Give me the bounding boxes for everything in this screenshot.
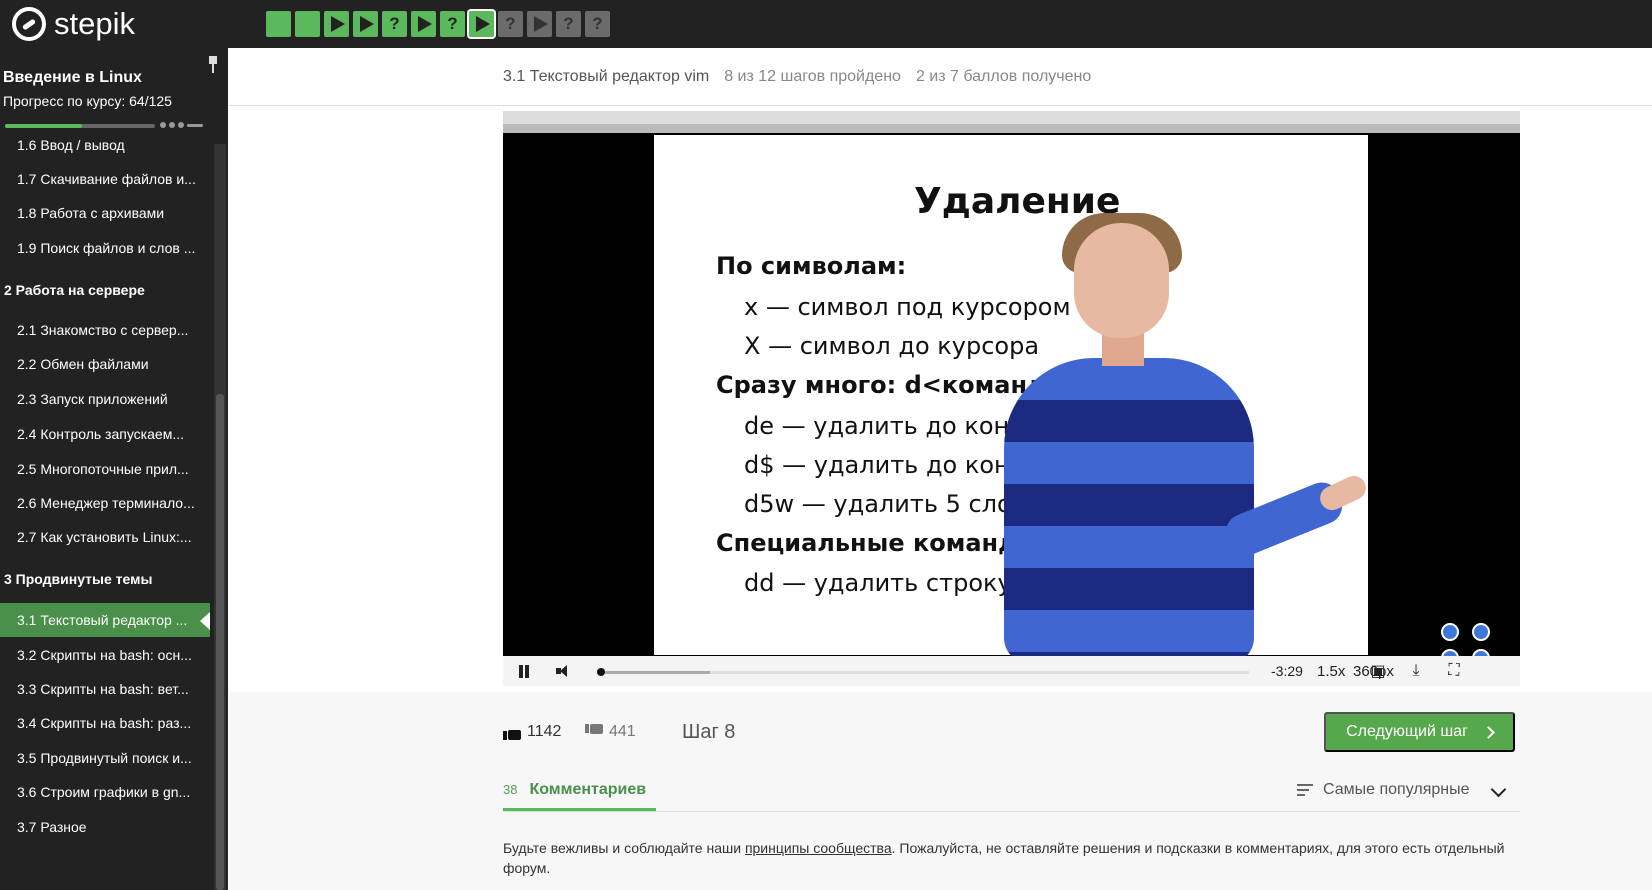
sort-icon xyxy=(1297,784,1313,796)
sidebar-lesson-item[interactable]: 1.9 Поиск файлов и слов ... xyxy=(0,231,210,265)
sidebar-lesson-item[interactable]: 3.7 Разное xyxy=(0,810,210,844)
community-rules-link[interactable]: принципы сообщества xyxy=(745,840,892,856)
comments-sort-select[interactable]: Самые популярные xyxy=(1297,781,1469,799)
vim-slide: Удаление По символам: x — символ под кур… xyxy=(654,135,1370,663)
presenter-image xyxy=(984,213,1370,663)
presenter-sweater xyxy=(1004,358,1254,663)
sidebar-section-title[interactable]: 2 Работа на сервере xyxy=(0,273,210,307)
video-time-remaining: -3:29 xyxy=(1271,663,1303,679)
step-7-tab[interactable]: ? xyxy=(440,11,465,37)
play-icon xyxy=(331,16,345,32)
sidebar-lesson-item[interactable]: 2.6 Менеджер терминало... xyxy=(0,486,210,520)
sidebar-lesson-item[interactable]: 1.8 Работа с архивами xyxy=(0,196,210,230)
brand-name: stepik xyxy=(54,6,135,41)
sidebar-lesson-item[interactable]: 2.3 Запуск приложений xyxy=(0,382,210,416)
step-10-tab[interactable] xyxy=(527,11,552,37)
sidebar-lesson-item[interactable]: 3.4 Скрипты на bash: раз... xyxy=(0,706,210,740)
likes-count: 1142 xyxy=(527,723,562,740)
play-icon xyxy=(418,16,432,32)
play-icon xyxy=(534,16,548,32)
virtualbox-menu-bar xyxy=(503,111,1520,124)
community-rules-notice: Будьте вежливы и соблюдайте наши принцип… xyxy=(503,838,1513,878)
step-6-tab[interactable] xyxy=(411,11,436,37)
sidebar-lesson-item[interactable]: 3.5 Продвинутый поиск и... xyxy=(0,741,210,775)
video-player[interactable]: Удаление По символам: x — символ под кур… xyxy=(503,111,1520,686)
video-played-progress xyxy=(599,671,710,674)
video-timeline[interactable] xyxy=(597,668,1249,676)
step-12-tab[interactable]: ? xyxy=(585,11,610,37)
picture-in-picture-icon[interactable]: ▣ xyxy=(1369,662,1387,680)
points-progress: 2 из 7 баллов получено xyxy=(915,68,1092,85)
step-9-tab[interactable]: ? xyxy=(498,11,523,37)
step-1-tab[interactable] xyxy=(266,11,291,37)
sort-label: Самые популярные xyxy=(1323,781,1470,798)
fullscreen-icon[interactable]: ⛶ xyxy=(1445,662,1463,680)
lesson-header: 3.1 Текстовый редактор vim 8 из 12 шагов… xyxy=(503,68,1091,86)
sidebar-lesson-item[interactable]: 3.3 Скрипты на bash: вет... xyxy=(0,672,210,706)
sidebar-lesson-item[interactable]: 2.5 Многопоточные прил... xyxy=(0,452,210,486)
thumbs-down-icon xyxy=(585,723,603,741)
timeline-knob[interactable] xyxy=(597,668,605,676)
sidebar-lesson-item[interactable]: 2.4 Контроль запускаем... xyxy=(0,417,210,451)
pause-icon[interactable] xyxy=(518,665,530,678)
step-5-tab[interactable]: ? xyxy=(382,11,407,37)
comments-count: 38 xyxy=(503,782,518,797)
sidebar-lesson-item[interactable]: 2.2 Обмен файлами xyxy=(0,347,210,381)
sidebar-lesson-item[interactable]: 3.2 Скрипты на bash: осн... xyxy=(0,638,210,672)
play-icon xyxy=(476,16,490,32)
step-11-tab[interactable]: ? xyxy=(556,11,581,37)
step-3-tab[interactable] xyxy=(324,11,349,37)
sidebar-lesson-item[interactable]: 3.1 Текстовый редактор ... xyxy=(0,603,210,637)
slide-line-1: По символам: xyxy=(716,252,907,280)
lesson-title: 3.1 Текстовый редактор vim xyxy=(503,68,710,85)
step-navigation: ????? xyxy=(266,11,610,37)
course-title[interactable]: Введение в Linux xyxy=(3,69,142,87)
dislikes-count: 441 xyxy=(609,723,636,740)
community-rules-prefix: Будьте вежливы и соблюдайте наши xyxy=(503,840,745,856)
sidebar-section-title[interactable]: 3 Продвинутые темы xyxy=(0,562,210,596)
comments-label: Комментариев xyxy=(529,781,647,798)
sidebar-lesson-item[interactable]: 2.1 Знакомство с сервер... xyxy=(0,313,210,347)
sidebar-lesson-item[interactable]: 1.7 Скачивание файлов и... xyxy=(0,162,210,196)
steps-progress: 8 из 12 шагов пройдено xyxy=(724,68,901,85)
play-icon xyxy=(360,16,374,32)
active-lesson-indicator-icon xyxy=(200,612,210,630)
sidebar-scrollbar[interactable] xyxy=(214,144,226,890)
pin-icon[interactable] xyxy=(207,56,219,74)
step-8-tab[interactable] xyxy=(469,11,494,37)
course-sidebar: Введение в Linux Прогресс по курсу: 64/1… xyxy=(0,48,228,890)
comments-tab[interactable]: 38 Комментариев xyxy=(503,781,646,799)
presenter-face xyxy=(1074,223,1169,338)
sidebar-lesson-item[interactable]: 2.7 Как установить Linux:... xyxy=(0,520,210,554)
volume-icon[interactable] xyxy=(556,665,568,677)
video-controls: -3:29 1.5x 360px ▣ ⤓ ⛶ xyxy=(503,656,1520,686)
download-icon[interactable]: ⤓ xyxy=(1407,662,1425,680)
comments-divider xyxy=(503,811,1520,812)
stepik-logo-icon xyxy=(12,7,46,41)
chevron-right-icon xyxy=(1482,725,1495,739)
dislike-button[interactable]: 441 xyxy=(585,723,636,741)
next-step-label: Следующий шаг xyxy=(1346,723,1468,740)
course-progress-label: Прогресс по курсу: 64/125 xyxy=(3,93,172,109)
like-button[interactable]: 1142 xyxy=(503,723,561,741)
step-2-tab[interactable] xyxy=(295,11,320,37)
playback-rate[interactable]: 1.5x xyxy=(1317,663,1345,680)
stepik-logo[interactable]: stepik xyxy=(12,6,135,42)
thumbs-up-icon xyxy=(503,723,521,741)
top-navigation: stepik ????? xyxy=(0,0,1652,48)
sidebar-scroll-thumb[interactable] xyxy=(216,394,224,890)
step-number: Шаг 8 xyxy=(682,721,736,743)
sidebar-lesson-item[interactable]: 3.6 Строим графики в gn... xyxy=(0,775,210,809)
virtualbox-title-bar xyxy=(503,124,1520,133)
sidebar-lesson-item[interactable]: 1.6 Ввод / вывод xyxy=(0,128,210,162)
next-step-button[interactable]: Следующий шаг xyxy=(1324,712,1515,752)
step-4-tab[interactable] xyxy=(353,11,378,37)
presenter-hand xyxy=(1316,471,1370,515)
